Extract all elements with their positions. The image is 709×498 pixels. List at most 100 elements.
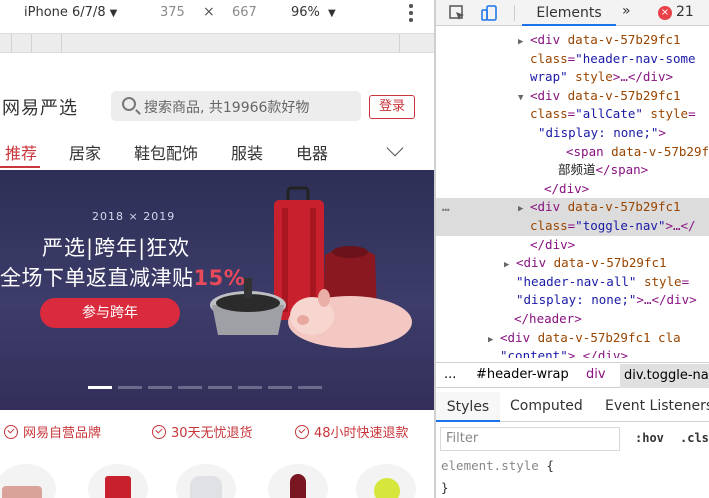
category-thumbnail[interactable] [176, 464, 236, 498]
breadcrumb: ... #header-wrap div div.toggle-na [436, 362, 709, 388]
tab-recommend[interactable]: 推荐 [5, 140, 37, 164]
node-actions-icon[interactable]: … [442, 198, 450, 217]
banner-products-image [210, 186, 412, 348]
dom-token: "toggle-nav" [575, 218, 666, 233]
hover-state-toggle[interactable]: :hov [635, 431, 664, 445]
width-input[interactable]: 375 [160, 5, 185, 20]
dom-token: data-v-57b29fc1 [567, 87, 681, 103]
element-style-selector: element.style [441, 458, 539, 473]
banner-dot[interactable] [178, 386, 202, 389]
dom-node-line[interactable]: class="header-nav-some [436, 50, 709, 69]
dom-token: class [530, 106, 568, 122]
banner-dot[interactable] [208, 386, 232, 389]
breadcrumb-div[interactable]: div [586, 367, 606, 382]
dom-node-line[interactable]: ▶ <div data-v-57b29fc1 [436, 254, 709, 273]
tab-clothing[interactable]: 服装 [231, 140, 263, 164]
height-input[interactable]: 667 [232, 5, 257, 20]
element-style-rule[interactable]: element.style { [441, 458, 554, 473]
dom-node-line[interactable]: class="allCate" style= [436, 105, 709, 124]
banner-cta-button[interactable]: 参与跨年 [40, 298, 180, 328]
promise-label: 48小时快速退款 [314, 426, 409, 441]
tab-styles[interactable]: Styles [436, 392, 500, 422]
promise-label: 网易自营品牌 [23, 426, 102, 441]
search-input[interactable]: 搜索商品, 共19966款好物 [111, 91, 361, 121]
check-circle-icon [295, 425, 309, 439]
styles-subtabs: Styles Computed Event Listeners [436, 392, 709, 422]
dom-node-line[interactable]: "display: none;">…</div> [436, 291, 709, 310]
dom-token: style [636, 273, 682, 289]
device-toolbar: iPhone 6/7/8 ▼ 375 × 667 96% ▼ [0, 0, 434, 28]
dom-token: data-v-57b29fc1 [567, 199, 681, 215]
tab-bags-accessories[interactable]: 鞋包配饰 [134, 140, 198, 164]
promise-item: 30天无忧退货 [152, 422, 253, 441]
tab-appliances[interactable]: 电器 [296, 140, 328, 164]
tab-computed[interactable]: Computed [510, 398, 583, 414]
dom-node-line[interactable]: "display: none;"> [436, 124, 709, 143]
category-thumbnail[interactable] [88, 464, 148, 498]
banner-dot[interactable] [298, 386, 322, 389]
inspect-element-icon[interactable] [448, 4, 466, 22]
active-tab-underline [0, 166, 40, 168]
dom-token: > [658, 125, 666, 140]
tab-elements[interactable]: Elements [522, 0, 616, 26]
error-icon: × [658, 6, 672, 20]
error-counter[interactable]: × 21 [658, 4, 694, 20]
device-select[interactable]: iPhone 6/7/8 ▼ [24, 5, 117, 20]
site-header: 网易严选 搜索商品, 共19966款好物 登录 [0, 80, 434, 130]
class-toggle[interactable]: .cls [680, 431, 709, 445]
dom-node-line[interactable]: 部频道</span> [436, 161, 709, 180]
banner-pagination [88, 386, 328, 390]
banner-dot[interactable] [268, 386, 292, 389]
login-button[interactable]: 登录 [369, 95, 415, 119]
styles-filter-row: Filter :hov .cls [436, 425, 709, 453]
dom-node-line[interactable]: ▶ <div data-v-57b29fc1 [436, 31, 709, 50]
tab-event-listeners[interactable]: Event Listeners [605, 398, 709, 414]
breadcrumb-selected[interactable]: div.toggle-na [620, 364, 709, 388]
more-options-icon[interactable] [407, 2, 415, 24]
dom-token: data-v-57b29f [611, 143, 709, 159]
category-thumbnail[interactable] [356, 464, 416, 498]
device-toolbar-icon[interactable] [480, 4, 498, 22]
breadcrumb-header-wrap[interactable]: #header-wrap [476, 367, 569, 382]
banner-dot[interactable] [148, 386, 172, 389]
dom-node-line[interactable]: </div> [436, 180, 709, 199]
dom-node-line[interactable]: wrap" style>…</div> [436, 68, 709, 87]
dom-token: <div [516, 255, 554, 271]
site-logo[interactable]: 网易严选 [2, 94, 78, 120]
filter-input[interactable]: Filter [440, 427, 620, 451]
check-circle-icon [4, 425, 18, 439]
dom-node-line[interactable]: ▼ <div data-v-57b29fc1 [436, 87, 709, 106]
dom-node-line[interactable]: </div> [436, 236, 709, 255]
more-tabs-icon[interactable]: » [622, 3, 631, 19]
dom-node-line[interactable]: "content"> </div> [436, 347, 709, 358]
dom-token: "allCate" [575, 106, 643, 122]
dom-node-line[interactable]: </header> [436, 310, 709, 329]
banner-dot[interactable] [88, 386, 112, 389]
dom-node-line[interactable]: ▶ <div data-v-57b29fc1 cla [436, 329, 709, 348]
category-thumbnail[interactable] [268, 464, 328, 498]
dom-token: = [688, 106, 696, 122]
dom-token: style [642, 106, 689, 122]
dom-node-line[interactable]: class="toggle-nav">…</ [436, 217, 709, 236]
dom-token: > </div> [567, 348, 628, 358]
open-brace: { [546, 458, 554, 473]
zoom-select[interactable]: 96% ▼ [291, 5, 336, 20]
device-name: iPhone 6/7/8 [24, 5, 106, 20]
banner-dot[interactable] [118, 386, 142, 389]
dom-node-line[interactable]: <span data-v-57b29f [436, 143, 709, 162]
chevron-down-icon[interactable] [386, 139, 404, 157]
close-brace: } [441, 480, 449, 495]
zoom-value: 96% [291, 5, 320, 20]
devtools-panel: Elements » × 21 ▶ <div data-v-57b29fc1 clas… [436, 0, 709, 498]
dom-token: >…</ [665, 218, 696, 233]
dom-tree[interactable]: ▶ <div data-v-57b29fc1 class="header-nav-s… [436, 28, 709, 358]
times-icon: × [203, 4, 215, 20]
promo-banner[interactable]: 2018 × 2019 严选|跨年|狂欢 全场下单返直减津贴15% 参与跨年 [0, 170, 434, 410]
dom-node-line[interactable]: "header-nav-all" style= [436, 273, 709, 292]
banner-dot[interactable] [238, 386, 262, 389]
breadcrumb-more[interactable]: ... [444, 367, 456, 382]
tab-home[interactable]: 居家 [69, 140, 101, 164]
dom-node-line[interactable]: ▶ <div data-v-57b29fc1… [436, 198, 709, 217]
media-query-bar[interactable] [0, 33, 434, 53]
category-thumbnail[interactable] [0, 464, 56, 498]
